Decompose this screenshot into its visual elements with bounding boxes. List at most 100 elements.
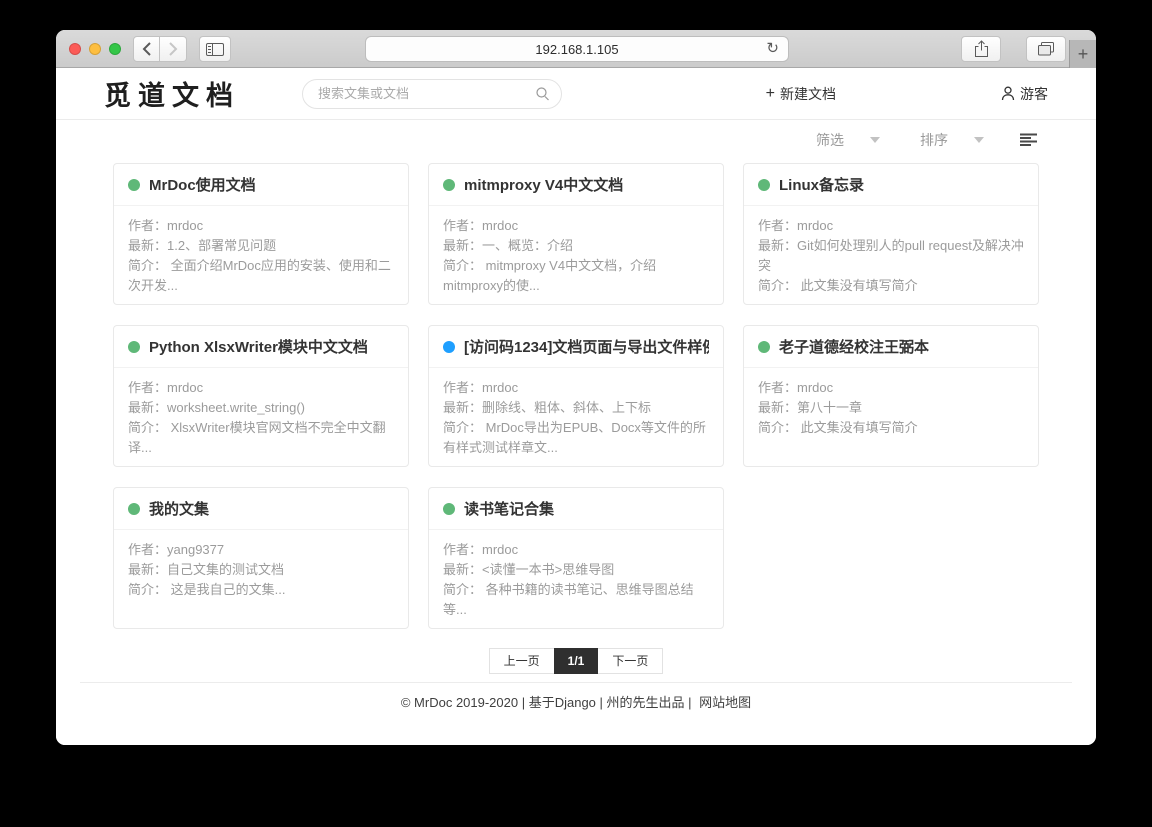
author-line: 作者：mrdoc	[128, 216, 394, 236]
site-footer: © MrDoc 2019-2020 | 基于Django | 州的先生出品 | …	[56, 683, 1096, 711]
card-title: mitmproxy V4中文文档	[464, 174, 623, 195]
sidebar-toggle-button[interactable]	[199, 36, 231, 62]
latest-line: 最新：一、概览：介绍	[443, 236, 709, 256]
back-button[interactable]	[133, 36, 160, 62]
latest-line: 最新：Git如何处理别人的pull request及解决冲突	[758, 236, 1024, 276]
chevron-down-icon	[974, 137, 984, 143]
status-dot-icon	[128, 179, 140, 191]
search-box	[302, 79, 562, 109]
author-line: 作者：mrdoc	[758, 216, 1024, 236]
close-window-button[interactable]	[69, 43, 81, 55]
share-button[interactable]	[961, 36, 1001, 62]
new-document-button[interactable]: + 新建文档	[766, 84, 836, 104]
search-input[interactable]	[302, 79, 562, 109]
author-line: 作者：mrdoc	[128, 378, 394, 398]
minimize-window-button[interactable]	[89, 43, 101, 55]
forward-button[interactable]	[160, 36, 187, 62]
url-text: 192.168.1.105	[535, 42, 618, 57]
status-dot-icon	[128, 503, 140, 515]
chevron-left-icon	[142, 42, 152, 56]
site-logo[interactable]: 觅道文档	[104, 74, 240, 113]
card-header: Linux备忘录	[744, 164, 1038, 206]
sort-label: 排序	[920, 130, 948, 150]
card-title: 老子道德经校注王弼本	[779, 336, 929, 357]
latest-line: 最新：<读懂一本书>思维导图	[443, 560, 709, 580]
card-title: [访问码1234]文档页面与导出文件样例	[464, 336, 709, 357]
card-body: 作者：yang9377 最新：自己文集的测试文档 简介： 这是我自己的文集...	[114, 530, 408, 608]
user-label: 游客	[1020, 84, 1048, 104]
card-body: 作者：mrdoc 最新：第八十一章 简介： 此文集没有填写简介	[744, 368, 1038, 446]
filter-label: 筛选	[816, 130, 844, 150]
prev-page-button[interactable]: 上一页	[489, 648, 554, 674]
doc-card[interactable]: Linux备忘录 作者：mrdoc 最新：Git如何处理别人的pull requ…	[743, 163, 1039, 305]
filter-bar: 筛选 排序	[56, 120, 1096, 160]
sidebar-icon	[206, 43, 224, 56]
doc-card[interactable]: 读书笔记合集 作者：mrdoc 最新：<读懂一本书>思维导图 简介： 各种书籍的…	[428, 487, 724, 629]
card-header: 我的文集	[114, 488, 408, 530]
card-header: 老子道德经校注王弼本	[744, 326, 1038, 368]
search-icon[interactable]	[535, 86, 551, 107]
chevron-right-icon	[168, 42, 178, 56]
doc-card[interactable]: [访问码1234]文档页面与导出文件样例 作者：mrdoc 最新：删除线、粗体、…	[428, 325, 724, 467]
sort-dropdown[interactable]: 排序	[880, 130, 984, 150]
doc-card[interactable]: 老子道德经校注王弼本 作者：mrdoc 最新：第八十一章 简介： 此文集没有填写…	[743, 325, 1039, 467]
traffic-lights	[69, 43, 121, 55]
card-header: Python XlsxWriter模块中文文档	[114, 326, 408, 368]
card-header: MrDoc使用文档	[114, 164, 408, 206]
intro-line: 简介： 此文集没有填写简介	[758, 276, 1024, 296]
intro-line: 简介： mitmproxy V4中文文档，介绍mitmproxy的使...	[443, 256, 709, 296]
intro-line: 简介： MrDoc导出为EPUB、Docx等文件的所有样式测试样章文...	[443, 418, 709, 458]
reload-icon[interactable]: ↻	[766, 40, 779, 58]
nav-buttons	[133, 36, 187, 62]
author-line: 作者：mrdoc	[758, 378, 1024, 398]
card-header: [访问码1234]文档页面与导出文件样例	[429, 326, 723, 368]
tabs-icon	[1038, 42, 1054, 56]
card-header: mitmproxy V4中文文档	[429, 164, 723, 206]
intro-line: 简介： 此文集没有填写简介	[758, 418, 1024, 438]
doc-card-grid: MrDoc使用文档 作者：mrdoc 最新：1.2、部署常见问题 简介： 全面介…	[56, 160, 1096, 629]
plus-icon: +	[766, 87, 775, 101]
doc-card[interactable]: mitmproxy V4中文文档 作者：mrdoc 最新：一、概览：介绍 简介：…	[428, 163, 724, 305]
intro-line: 简介： 全面介绍MrDoc应用的安装、使用和二次开发...	[128, 256, 394, 296]
card-title: Linux备忘录	[779, 174, 864, 195]
author-line: 作者：yang9377	[128, 540, 394, 560]
list-view-icon[interactable]	[1020, 133, 1037, 147]
doc-card[interactable]: Python XlsxWriter模块中文文档 作者：mrdoc 最新：work…	[113, 325, 409, 467]
sitemap-link[interactable]: 网站地图	[699, 695, 751, 710]
card-title: 读书笔记合集	[464, 498, 554, 519]
status-dot-icon	[443, 179, 455, 191]
status-dot-icon	[758, 179, 770, 191]
desktop-background: 192.168.1.105 ↻ + 觅道文档	[0, 0, 1152, 827]
filter-dropdown[interactable]: 筛选	[816, 130, 880, 150]
next-page-button[interactable]: 下一页	[598, 648, 663, 674]
latest-line: 最新：删除线、粗体、斜体、上下标	[443, 398, 709, 418]
user-menu[interactable]: 游客	[1001, 84, 1048, 104]
latest-line: 最新：自己文集的测试文档	[128, 560, 394, 580]
status-dot-icon	[758, 341, 770, 353]
user-icon	[1001, 86, 1015, 101]
pagination: 上一页 1/1 下一页	[56, 648, 1096, 674]
zoom-window-button[interactable]	[109, 43, 121, 55]
current-page-indicator: 1/1	[554, 648, 599, 674]
site-header: 觅道文档 + 新建文档 游客	[56, 68, 1096, 120]
tab-overview-button[interactable]	[1026, 36, 1066, 62]
new-tab-button[interactable]: +	[1069, 40, 1096, 68]
status-dot-icon	[128, 341, 140, 353]
safari-window: 192.168.1.105 ↻ + 觅道文档	[56, 30, 1096, 745]
doc-card[interactable]: MrDoc使用文档 作者：mrdoc 最新：1.2、部署常见问题 简介： 全面介…	[113, 163, 409, 305]
card-body: 作者：mrdoc 最新：Git如何处理别人的pull request及解决冲突 …	[744, 206, 1038, 304]
intro-line: 简介： 各种书籍的读书笔记、思维导图总结等...	[443, 580, 709, 620]
address-bar[interactable]: 192.168.1.105 ↻	[365, 36, 789, 62]
author-line: 作者：mrdoc	[443, 378, 709, 398]
card-body: 作者：mrdoc 最新：删除线、粗体、斜体、上下标 简介： MrDoc导出为EP…	[429, 368, 723, 466]
latest-line: 最新：1.2、部署常见问题	[128, 236, 394, 256]
intro-line: 简介： 这是我自己的文集...	[128, 580, 394, 600]
card-title: Python XlsxWriter模块中文文档	[149, 336, 368, 357]
plus-icon: +	[1078, 44, 1089, 65]
status-dot-icon	[443, 503, 455, 515]
footer-text: © MrDoc 2019-2020 | 基于Django | 州的先生出品 |	[401, 695, 692, 710]
latest-line: 最新：worksheet.write_string()	[128, 398, 394, 418]
doc-card[interactable]: 我的文集 作者：yang9377 最新：自己文集的测试文档 简介： 这是我自己的…	[113, 487, 409, 629]
card-title: 我的文集	[149, 498, 209, 519]
intro-line: 简介： XlsxWriter模块官网文档不完全中文翻译...	[128, 418, 394, 458]
